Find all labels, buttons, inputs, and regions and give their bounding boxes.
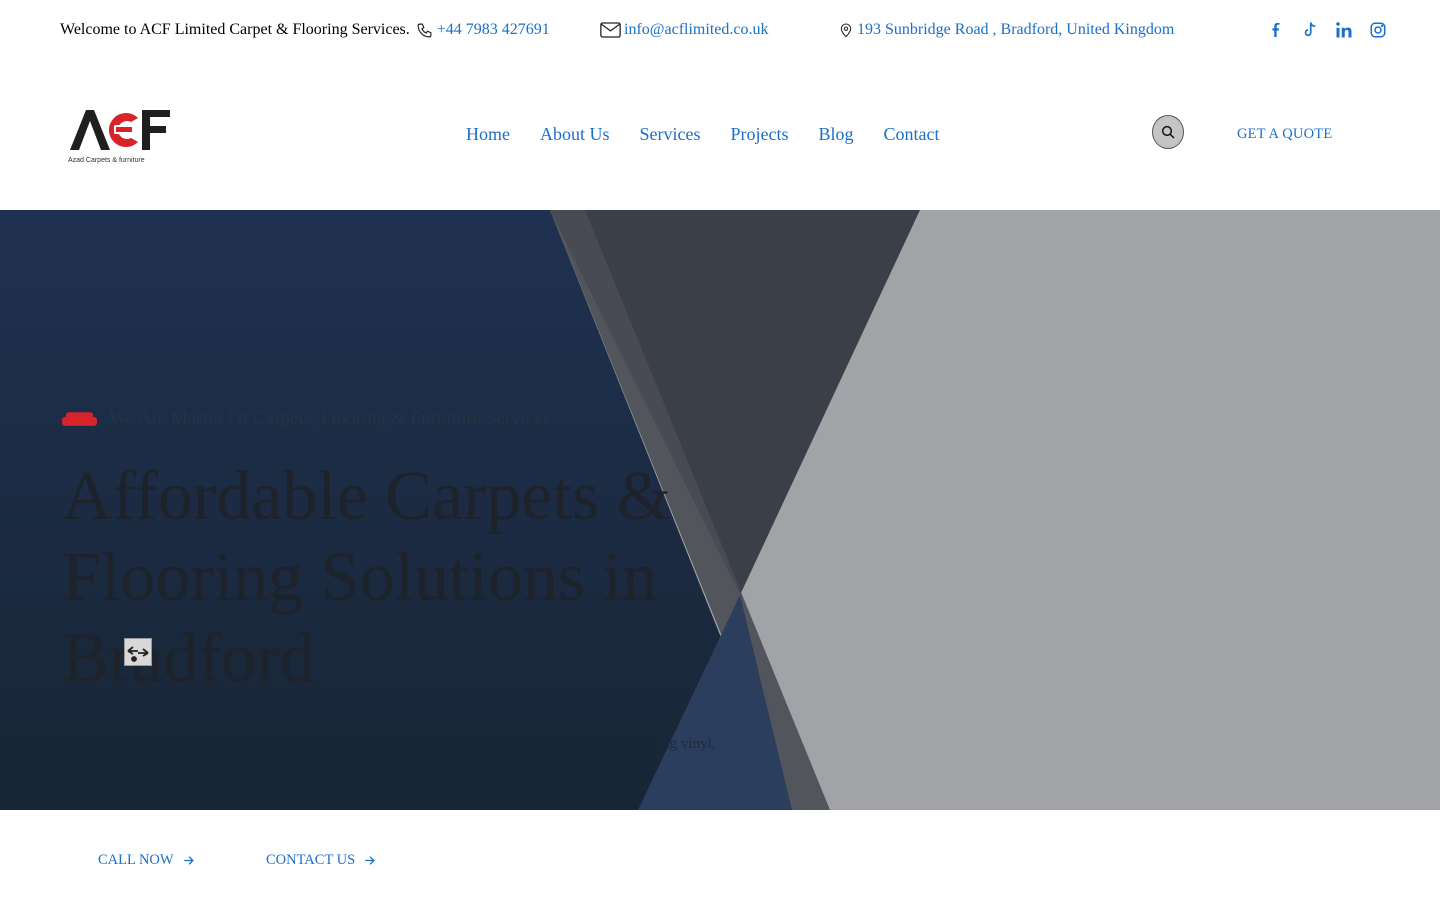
nav-blog[interactable]: Blog bbox=[819, 124, 854, 145]
sofa-icon bbox=[62, 410, 97, 428]
nav-projects[interactable]: Projects bbox=[731, 124, 789, 145]
search-icon bbox=[1160, 124, 1176, 140]
contact-us-label: CONTACT US bbox=[266, 852, 356, 868]
map-pin-icon bbox=[838, 21, 854, 39]
social-links bbox=[1266, 20, 1388, 40]
hero-content: We Are Master Of Carpets, Flooring & Fur… bbox=[0, 210, 1440, 810]
hero-headline: Affordable Carpets & Flooring Solutions … bbox=[62, 458, 672, 697]
broken-image-icon bbox=[124, 638, 152, 666]
mail-icon bbox=[600, 22, 621, 38]
nav-services[interactable]: Services bbox=[640, 124, 701, 145]
search-button[interactable] bbox=[1152, 115, 1184, 149]
hero-subtitle: We Are Master Of Carpets, Flooring & Fur… bbox=[62, 408, 550, 430]
facebook-icon[interactable] bbox=[1266, 20, 1286, 40]
linkedin-icon[interactable] bbox=[1334, 20, 1354, 40]
get-a-quote-button[interactable]: GET A QUOTE bbox=[1237, 126, 1332, 143]
address-contact: 193 Sunbridge Road , Bradford, United Ki… bbox=[838, 19, 1174, 41]
nav-contact[interactable]: Contact bbox=[884, 124, 940, 145]
nav-home[interactable]: Home bbox=[466, 124, 510, 145]
hero-banner: We Are Master Of Carpets, Flooring & Fur… bbox=[0, 210, 1440, 810]
main-nav: Home About Us Services Projects Blog Con… bbox=[466, 124, 940, 145]
address-link[interactable]: 193 Sunbridge Road , Bradford, United Ki… bbox=[857, 19, 1174, 41]
contact-us-button[interactable]: CONTACT US bbox=[266, 852, 376, 869]
hero-subtitle-text: We Are Master Of Carpets, Flooring & Fur… bbox=[109, 408, 551, 429]
welcome-text: Welcome to ACF Limited Carpet & Flooring… bbox=[60, 21, 410, 38]
logo-mark bbox=[68, 108, 174, 159]
email-link[interactable]: info@acflimited.co.uk bbox=[624, 19, 768, 41]
welcome-message: Welcome to ACF Limited Carpet & Flooring… bbox=[60, 19, 550, 41]
hero-description-text: ing vinyl, bbox=[658, 736, 716, 752]
call-now-label: CALL NOW bbox=[98, 852, 174, 868]
arrow-right-icon bbox=[182, 854, 195, 867]
call-now-button[interactable]: CALL NOW bbox=[98, 852, 195, 869]
logo-graphic bbox=[70, 110, 170, 150]
top-info-bar: Welcome to ACF Limited Carpet & Flooring… bbox=[0, 0, 1440, 60]
nav-about-us[interactable]: About Us bbox=[540, 124, 610, 145]
site-header: Azad Carpets & furniture Home About Us S… bbox=[0, 60, 1440, 210]
tiktok-icon[interactable] bbox=[1300, 20, 1320, 40]
phone-link[interactable]: +44 7983 427691 bbox=[437, 19, 550, 41]
arrow-right-icon bbox=[363, 854, 376, 867]
phone-icon bbox=[416, 22, 433, 39]
site-logo[interactable]: Azad Carpets & furniture bbox=[68, 108, 174, 164]
instagram-icon[interactable] bbox=[1368, 20, 1388, 40]
email-contact: info@acflimited.co.uk bbox=[600, 19, 768, 41]
